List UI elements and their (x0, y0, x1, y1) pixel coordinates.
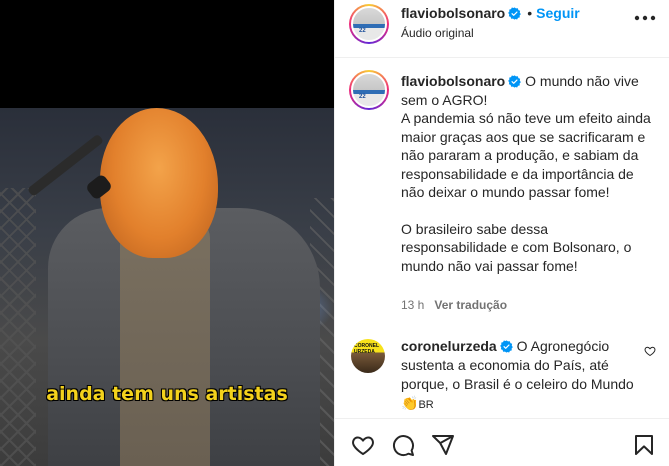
verified-icon (499, 340, 513, 353)
clap-emoji: 👏 (401, 395, 419, 411)
comment-suffix: BR (418, 399, 434, 411)
post-header: 22 flaviobolsonaro • Seguir Áudio original (335, 0, 669, 58)
comment-text: coronelurzeda O Agronegócio sustenta a e… (401, 337, 641, 415)
comment-username[interactable]: coronelurzeda (401, 338, 497, 354)
author-line: flaviobolsonaro • Seguir (401, 5, 580, 21)
commenter-avatar[interactable]: CORONEL URZEDA (351, 339, 385, 373)
heart-icon[interactable] (351, 433, 375, 457)
share-icon[interactable] (431, 433, 455, 457)
caption-paragraph-2: O brasileiro sabe dessa responsabilidade… (401, 220, 632, 274)
audio-label[interactable]: Áudio original (401, 26, 474, 40)
caption-meta: 13 h Ver tradução (401, 298, 507, 312)
caption-paragraph-1: A pandemia só não teve um efeito ainda m… (401, 110, 651, 200)
stage-truss-left (0, 188, 36, 466)
post-time[interactable]: 13 h (401, 298, 424, 312)
speaker-head (100, 108, 218, 258)
follow-button[interactable]: Seguir (536, 5, 580, 21)
verified-icon (508, 75, 522, 88)
see-translation-link[interactable]: Ver tradução (434, 298, 507, 312)
comment-icon[interactable] (391, 433, 415, 457)
author-avatar[interactable]: 22 (349, 4, 389, 44)
post-panel: 22 flaviobolsonaro • Seguir Áudio original… (334, 0, 669, 466)
caption-author-avatar[interactable]: 22 (349, 70, 389, 110)
post-video[interactable]: ainda tem uns artistas (0, 0, 334, 466)
more-options-icon[interactable] (634, 15, 656, 21)
author-username[interactable]: flaviobolsonaro (401, 5, 505, 21)
caption-text: flaviobolsonaro O mundo não vive sem o A… (401, 72, 651, 275)
video-subtitle: ainda tem uns artistas (46, 383, 288, 405)
action-bar (335, 418, 669, 466)
separator-dot: • (527, 5, 533, 21)
comment-heart-icon[interactable] (644, 345, 656, 357)
caption-username[interactable]: flaviobolsonaro (401, 73, 505, 89)
verified-icon (508, 7, 522, 20)
bookmark-icon[interactable] (632, 433, 656, 457)
video-frame (0, 108, 334, 466)
